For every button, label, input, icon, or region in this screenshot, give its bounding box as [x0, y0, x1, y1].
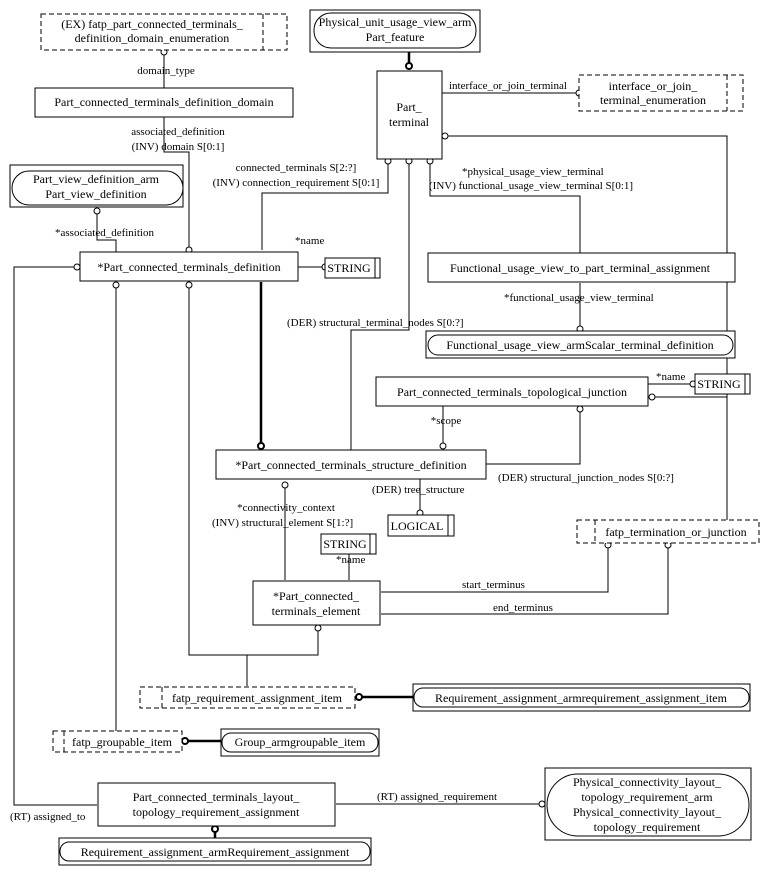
- circle-end: [73, 263, 81, 271]
- entity-name: *Part_connected_terminals_definition: [97, 260, 280, 274]
- entity-name: Group_armgroupable_item: [235, 735, 366, 749]
- entity-name: fatp_termination_or_junction: [605, 525, 746, 539]
- line-structural-junction-nodes: [486, 412, 581, 465]
- entity-name: *Part_connected_: [273, 589, 360, 603]
- label-inv-structural-element: (INV) structural_element S[1:?]: [212, 517, 353, 529]
- entity-name: STRING: [323, 537, 367, 551]
- line-structural-terminal-nodes: [350, 164, 410, 450]
- entity-name: Part_feature: [366, 30, 425, 44]
- entity-name: Part_connected_terminals_layout_: [133, 790, 301, 804]
- label-inv-domain: (INV) domain S[0:1]: [132, 141, 225, 153]
- diagram-svg: (EX) fatp_part_connected_terminals_ defi…: [9, 9, 760, 866]
- entity-name: terminal_enumeration: [600, 93, 706, 107]
- entity-name: fatp_groupable_item: [72, 735, 173, 749]
- entity-name: Functional_usage_view_to_part_terminal_a…: [450, 261, 711, 275]
- entity-name: Requirement_assignment_armrequirement_as…: [435, 691, 728, 705]
- entity-name: Part_view_definition_arm: [33, 172, 160, 186]
- label-connected-terminals: connected_terminals S[2:?]: [236, 162, 357, 174]
- line-terminal-to-fatp-termination: [445, 135, 728, 520]
- circle-end: [439, 442, 447, 450]
- label-rt-assigned-to: (RT) assigned_to: [10, 811, 86, 823]
- entity-name: fatp_requirement_assignment_item: [172, 691, 343, 705]
- label-domain-type: domain_type: [137, 65, 195, 77]
- label-der-structural-terminal-nodes: (DER) structural_terminal_nodes S[0:?]: [287, 317, 464, 329]
- entity-name: STRING: [327, 261, 371, 275]
- entity-name: Part_connected_terminals_definition_doma…: [54, 95, 273, 109]
- label-connectivity-context: *connectivity_context: [237, 502, 335, 514]
- express-g-diagram: (EX) fatp_part_connected_terminals_ defi…: [0, 0, 768, 875]
- circle-end: [576, 405, 584, 413]
- entity-name: Part_: [396, 100, 422, 114]
- entity-name: STRING: [697, 377, 741, 391]
- entity-name: LOGICAL: [391, 519, 444, 533]
- entity-name: Physical_connectivity_layout_: [573, 805, 722, 819]
- entity-name: Physical_connectivity_layout_: [573, 775, 722, 789]
- circle-end: [211, 825, 219, 833]
- label-associated-definition: associated_definition: [131, 126, 225, 138]
- entity-name: (EX) fatp_part_connected_terminals_: [61, 17, 244, 31]
- label-inv-connection-requirement: (INV) connection_requirement S[0:1]: [213, 177, 380, 189]
- circle-end: [112, 281, 120, 289]
- entity-name: definition_domain_enumeration: [75, 31, 230, 45]
- circle-end: [281, 481, 289, 489]
- circle-end: [93, 207, 101, 215]
- circle-end: [355, 693, 363, 701]
- label-start-terminus: start_terminus: [462, 579, 525, 591]
- label-name3: *name: [336, 554, 365, 566]
- entity-name: *Part_connected_terminals_structure_defi…: [235, 458, 466, 472]
- entity-name: interface_or_join_: [609, 79, 699, 93]
- label-star-associated-definition: *associated_definition: [55, 227, 154, 239]
- box-pct-element[interactable]: [252, 580, 381, 626]
- line-assigned-to: [13, 266, 97, 806]
- circle-end: [538, 800, 546, 808]
- label-name1: *name: [295, 235, 324, 247]
- circle-end: [314, 624, 322, 632]
- entity-name: topology_requirement: [594, 820, 701, 834]
- label-inv-functional-usage-view-terminal: (INV) functional_usage_view_terminal S[0…: [429, 180, 633, 192]
- label-scope: *scope: [431, 415, 462, 427]
- circle-end: [181, 737, 189, 745]
- entity-name: Requirement_assignment_armRequirement_as…: [81, 845, 350, 859]
- entity-name: Functional_usage_view_armScalar_terminal…: [446, 338, 713, 352]
- entity-name: Part_view_definition: [45, 187, 146, 201]
- circle-end: [185, 281, 193, 289]
- circle-end: [405, 62, 413, 70]
- entity-name: Part_connected_terminals_topological_jun…: [397, 385, 627, 399]
- circle-end: [648, 393, 656, 401]
- circle-end: [441, 132, 449, 140]
- entity-name: Physical_unit_usage_view_arm: [319, 15, 472, 29]
- label-physical-usage-view-terminal: *physical_usage_view_terminal: [462, 166, 604, 178]
- entity-name: terminals_element: [272, 604, 361, 618]
- label-end-terminus: end_terminus: [493, 602, 553, 614]
- circle-end: [257, 442, 265, 450]
- entity-name: topology_requirement_arm: [581, 790, 713, 804]
- label-functional-usage-view-terminal: *functional_usage_view_terminal: [504, 292, 654, 304]
- entity-name: topology_requirement_assignment: [133, 805, 300, 819]
- label-interface-or-join-terminal: interface_or_join_terminal: [449, 80, 567, 92]
- entity-name: terminal: [389, 115, 430, 129]
- label-rt-assigned-requirement: (RT) assigned_requirement: [377, 791, 497, 803]
- label-der-structural-junction-nodes: (DER) structural_junction_nodes S[0:?]: [498, 472, 674, 484]
- label-der-tree-structure: (DER) tree_structure: [372, 484, 465, 496]
- label-name2: *name: [656, 371, 685, 383]
